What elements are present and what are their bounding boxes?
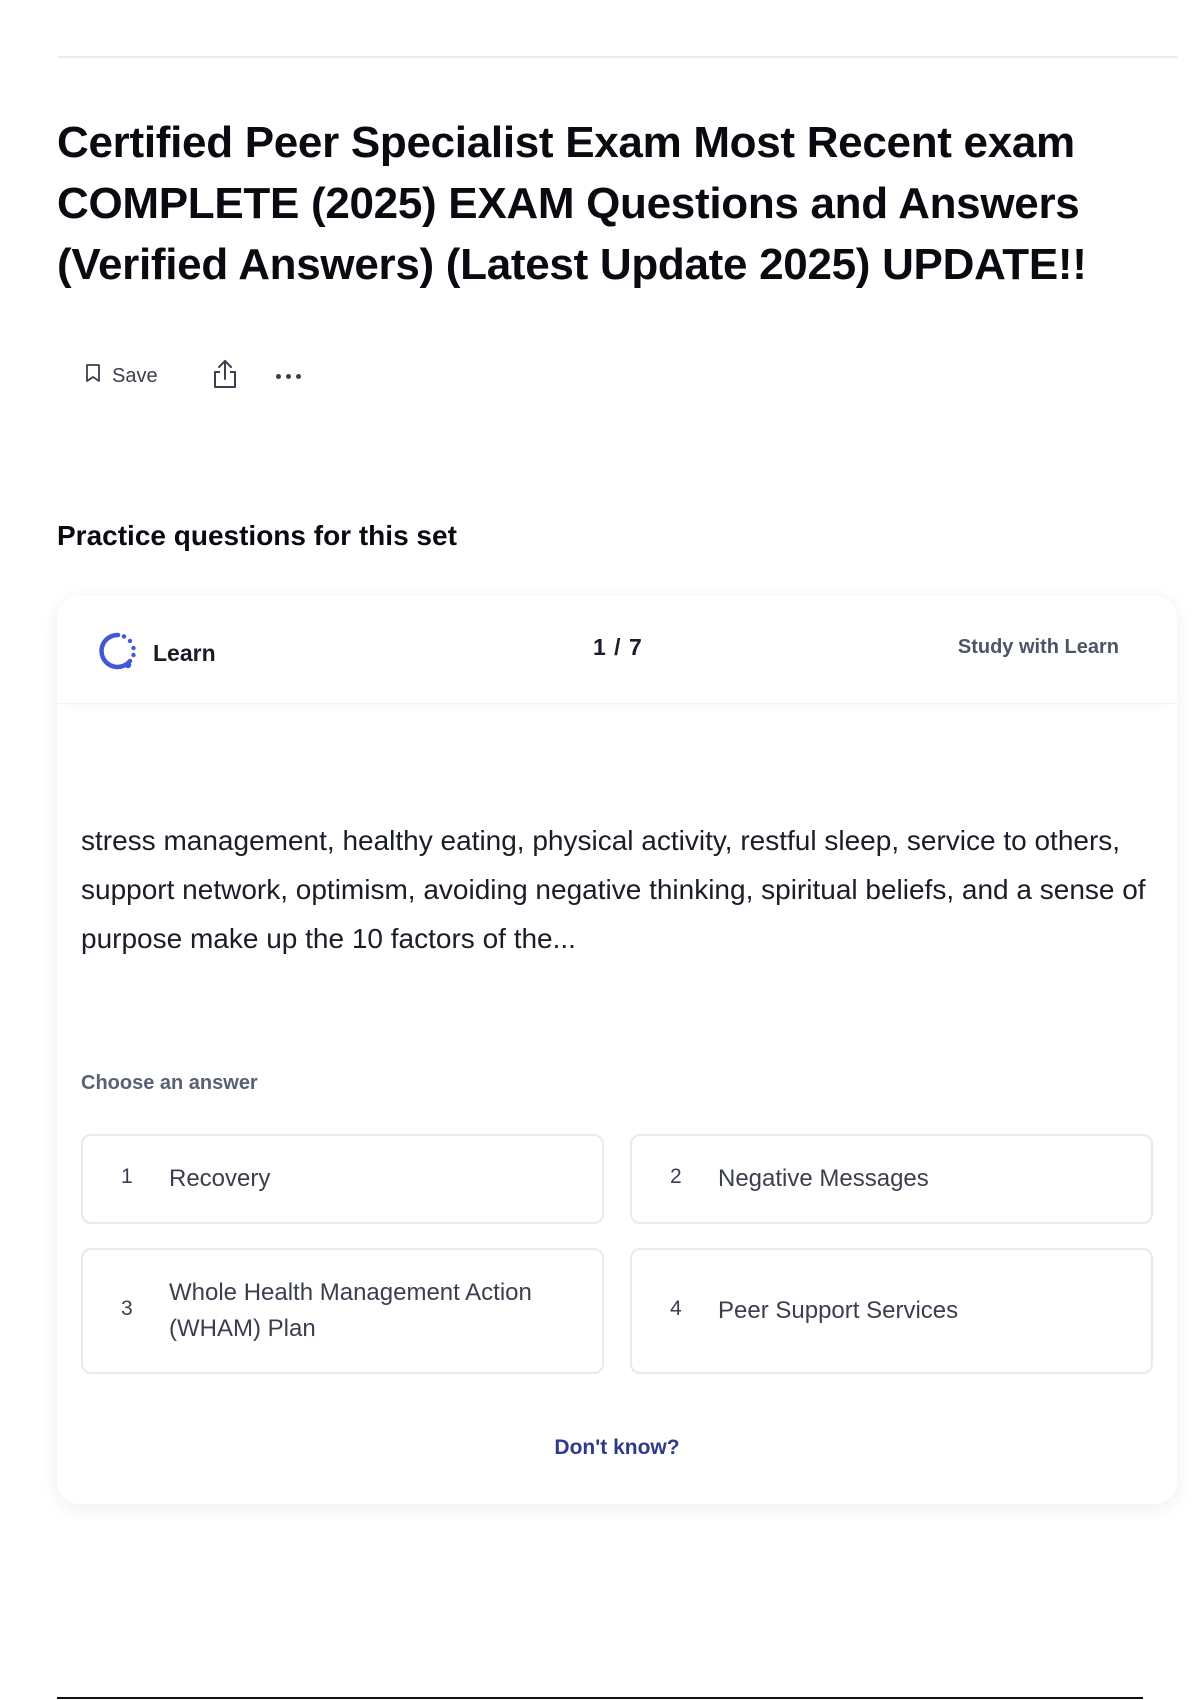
option-number: 4: [670, 1297, 682, 1320]
answer-option-4[interactable]: 4 Peer Support Services: [630, 1248, 1153, 1374]
share-button[interactable]: [210, 358, 240, 394]
more-icon: [275, 373, 301, 379]
action-bar: Save: [84, 356, 301, 396]
learn-label: Learn: [153, 640, 216, 666]
learn-icon: [97, 630, 139, 677]
share-icon: [211, 358, 239, 395]
save-button[interactable]: Save: [84, 363, 158, 389]
choose-answer-label: Choose an answer: [81, 1072, 258, 1094]
question-text: stress management, healthy eating, physi…: [81, 825, 1146, 954]
save-label: Save: [112, 364, 158, 387]
bookmark-icon: [84, 363, 102, 389]
practice-card: Learn 1 / 7 Study with Learn stress mana…: [57, 596, 1177, 1504]
top-divider: [57, 56, 1177, 58]
section-heading: Practice questions for this set: [57, 520, 457, 551]
card-header: Learn 1 / 7 Study with Learn: [57, 596, 1177, 704]
dont-know-button[interactable]: Don't know?: [57, 1436, 1177, 1460]
option-number: 1: [121, 1165, 133, 1188]
bottom-divider: [57, 1697, 1143, 1699]
progress-counter: 1 / 7: [593, 634, 643, 660]
option-number: 2: [670, 1165, 682, 1188]
answer-option-2[interactable]: 2 Negative Messages: [630, 1134, 1153, 1224]
study-with-learn-link[interactable]: Study with Learn: [958, 636, 1119, 659]
option-text: Recovery: [169, 1165, 271, 1192]
page-title: Certified Peer Specialist Exam Most Rece…: [57, 118, 1087, 289]
answer-option-3[interactable]: 3 Whole Health Management Action (WHAM) …: [81, 1248, 604, 1374]
answer-option-1[interactable]: 1 Recovery: [81, 1134, 604, 1224]
learn-mode: Learn: [97, 630, 216, 677]
option-text: Whole Health Management Action (WHAM) Pl…: [169, 1279, 532, 1342]
option-text: Negative Messages: [718, 1165, 929, 1192]
more-options-button[interactable]: [275, 361, 301, 391]
option-text: Peer Support Services: [718, 1297, 959, 1324]
option-number: 3: [121, 1297, 133, 1320]
